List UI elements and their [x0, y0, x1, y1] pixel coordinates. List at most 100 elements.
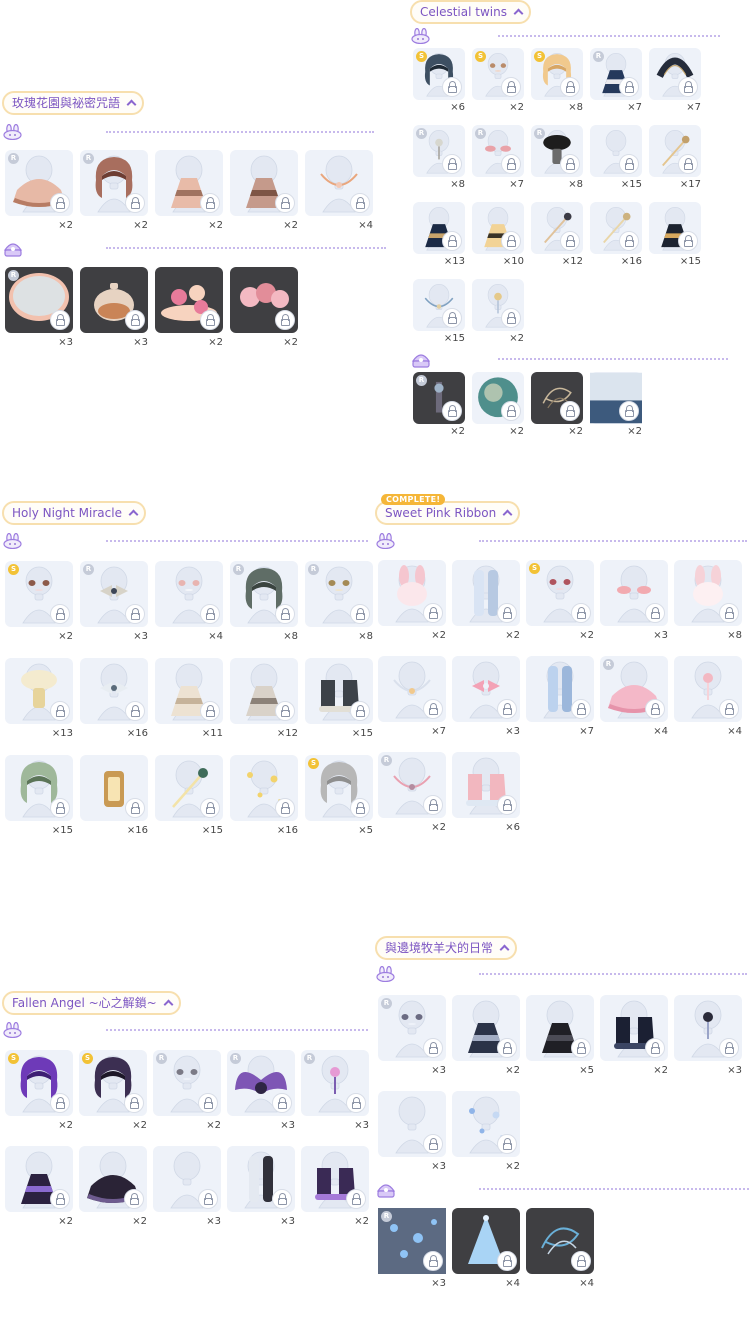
lock-icon[interactable]: [442, 231, 462, 251]
item-card[interactable]: [649, 202, 701, 254]
lock-icon[interactable]: [619, 77, 639, 97]
item-card[interactable]: [526, 1208, 594, 1274]
lock-icon[interactable]: [497, 1251, 517, 1271]
lock-icon[interactable]: [442, 308, 462, 328]
lock-icon[interactable]: [423, 1038, 443, 1058]
lock-icon[interactable]: [560, 401, 580, 421]
lock-icon[interactable]: [571, 1038, 591, 1058]
item-card[interactable]: [531, 202, 583, 254]
lock-icon[interactable]: [125, 798, 145, 818]
lock-icon[interactable]: [619, 154, 639, 174]
lock-icon[interactable]: [571, 699, 591, 719]
lock-icon[interactable]: [423, 603, 443, 623]
item-card[interactable]: [413, 279, 465, 331]
lock-icon[interactable]: [645, 1038, 665, 1058]
item-card[interactable]: [649, 125, 701, 177]
item-card[interactable]: [155, 658, 223, 724]
item-card[interactable]: R: [80, 150, 148, 216]
item-card[interactable]: [472, 202, 524, 254]
lock-icon[interactable]: [719, 603, 739, 623]
item-card[interactable]: [452, 560, 520, 626]
section-title-tag[interactable]: Fallen Angel ~心之解鎖~: [2, 991, 181, 1015]
item-card[interactable]: [5, 755, 73, 821]
item-card[interactable]: R: [472, 125, 524, 177]
item-card[interactable]: [472, 372, 524, 424]
lock-icon[interactable]: [501, 308, 521, 328]
item-card[interactable]: [649, 48, 701, 100]
item-card[interactable]: [305, 658, 373, 724]
item-card[interactable]: R: [378, 752, 446, 818]
item-card[interactable]: [80, 267, 148, 333]
item-card[interactable]: R: [378, 995, 446, 1061]
item-card[interactable]: [413, 202, 465, 254]
section-title-tag[interactable]: Celestial twins: [410, 0, 531, 24]
item-card[interactable]: [674, 560, 742, 626]
lock-icon[interactable]: [442, 401, 462, 421]
item-card[interactable]: S: [5, 561, 73, 627]
lock-icon[interactable]: [497, 699, 517, 719]
lock-icon[interactable]: [50, 1093, 70, 1113]
item-card[interactable]: S: [79, 1050, 147, 1116]
lock-icon[interactable]: [678, 231, 698, 251]
item-card[interactable]: [590, 125, 642, 177]
lock-icon[interactable]: [497, 1038, 517, 1058]
lock-icon[interactable]: [200, 310, 220, 330]
item-card[interactable]: [526, 995, 594, 1061]
lock-icon[interactable]: [200, 604, 220, 624]
item-card[interactable]: [79, 1146, 147, 1212]
item-card[interactable]: [452, 656, 520, 722]
item-card[interactable]: R: [153, 1050, 221, 1116]
item-card[interactable]: R: [378, 1208, 446, 1274]
item-card[interactable]: R: [5, 150, 73, 216]
lock-icon[interactable]: [645, 699, 665, 719]
lock-icon[interactable]: [275, 310, 295, 330]
item-card[interactable]: [301, 1146, 369, 1212]
lock-icon[interactable]: [501, 154, 521, 174]
item-card[interactable]: [674, 656, 742, 722]
section-title-tag[interactable]: Sweet Pink Ribbon COMPLETE!: [375, 494, 521, 525]
item-card[interactable]: R: [531, 125, 583, 177]
lock-icon[interactable]: [50, 701, 70, 721]
item-card[interactable]: [452, 1091, 520, 1157]
lock-icon[interactable]: [200, 701, 220, 721]
lock-icon[interactable]: [275, 193, 295, 213]
lock-icon[interactable]: [423, 699, 443, 719]
lock-icon[interactable]: [719, 1038, 739, 1058]
section-title-tag[interactable]: Holy Night Miracle: [2, 501, 146, 525]
lock-icon[interactable]: [571, 1251, 591, 1271]
lock-icon[interactable]: [350, 701, 370, 721]
lock-icon[interactable]: [125, 701, 145, 721]
lock-icon[interactable]: [125, 604, 145, 624]
lock-icon[interactable]: [619, 401, 639, 421]
lock-icon[interactable]: [678, 77, 698, 97]
item-card[interactable]: [80, 755, 148, 821]
lock-icon[interactable]: [501, 401, 521, 421]
item-card[interactable]: [590, 202, 642, 254]
item-card[interactable]: [230, 267, 298, 333]
lock-icon[interactable]: [50, 310, 70, 330]
lock-icon[interactable]: [125, 193, 145, 213]
lock-icon[interactable]: [124, 1093, 144, 1113]
lock-icon[interactable]: [501, 77, 521, 97]
item-card[interactable]: R: [80, 561, 148, 627]
lock-icon[interactable]: [497, 603, 517, 623]
lock-icon[interactable]: [198, 1093, 218, 1113]
lock-icon[interactable]: [350, 193, 370, 213]
item-card[interactable]: R: [413, 125, 465, 177]
item-card[interactable]: [378, 1091, 446, 1157]
item-card[interactable]: S: [305, 755, 373, 821]
lock-icon[interactable]: [678, 154, 698, 174]
lock-icon[interactable]: [442, 77, 462, 97]
lock-icon[interactable]: [497, 1134, 517, 1154]
lock-icon[interactable]: [560, 154, 580, 174]
item-card[interactable]: S: [531, 48, 583, 100]
lock-icon[interactable]: [423, 795, 443, 815]
item-card[interactable]: [80, 658, 148, 724]
item-card[interactable]: S: [413, 48, 465, 100]
lock-icon[interactable]: [198, 1189, 218, 1209]
item-card[interactable]: [674, 995, 742, 1061]
item-card[interactable]: [5, 1146, 73, 1212]
item-card[interactable]: R: [5, 267, 73, 333]
item-card[interactable]: [378, 656, 446, 722]
lock-icon[interactable]: [275, 701, 295, 721]
